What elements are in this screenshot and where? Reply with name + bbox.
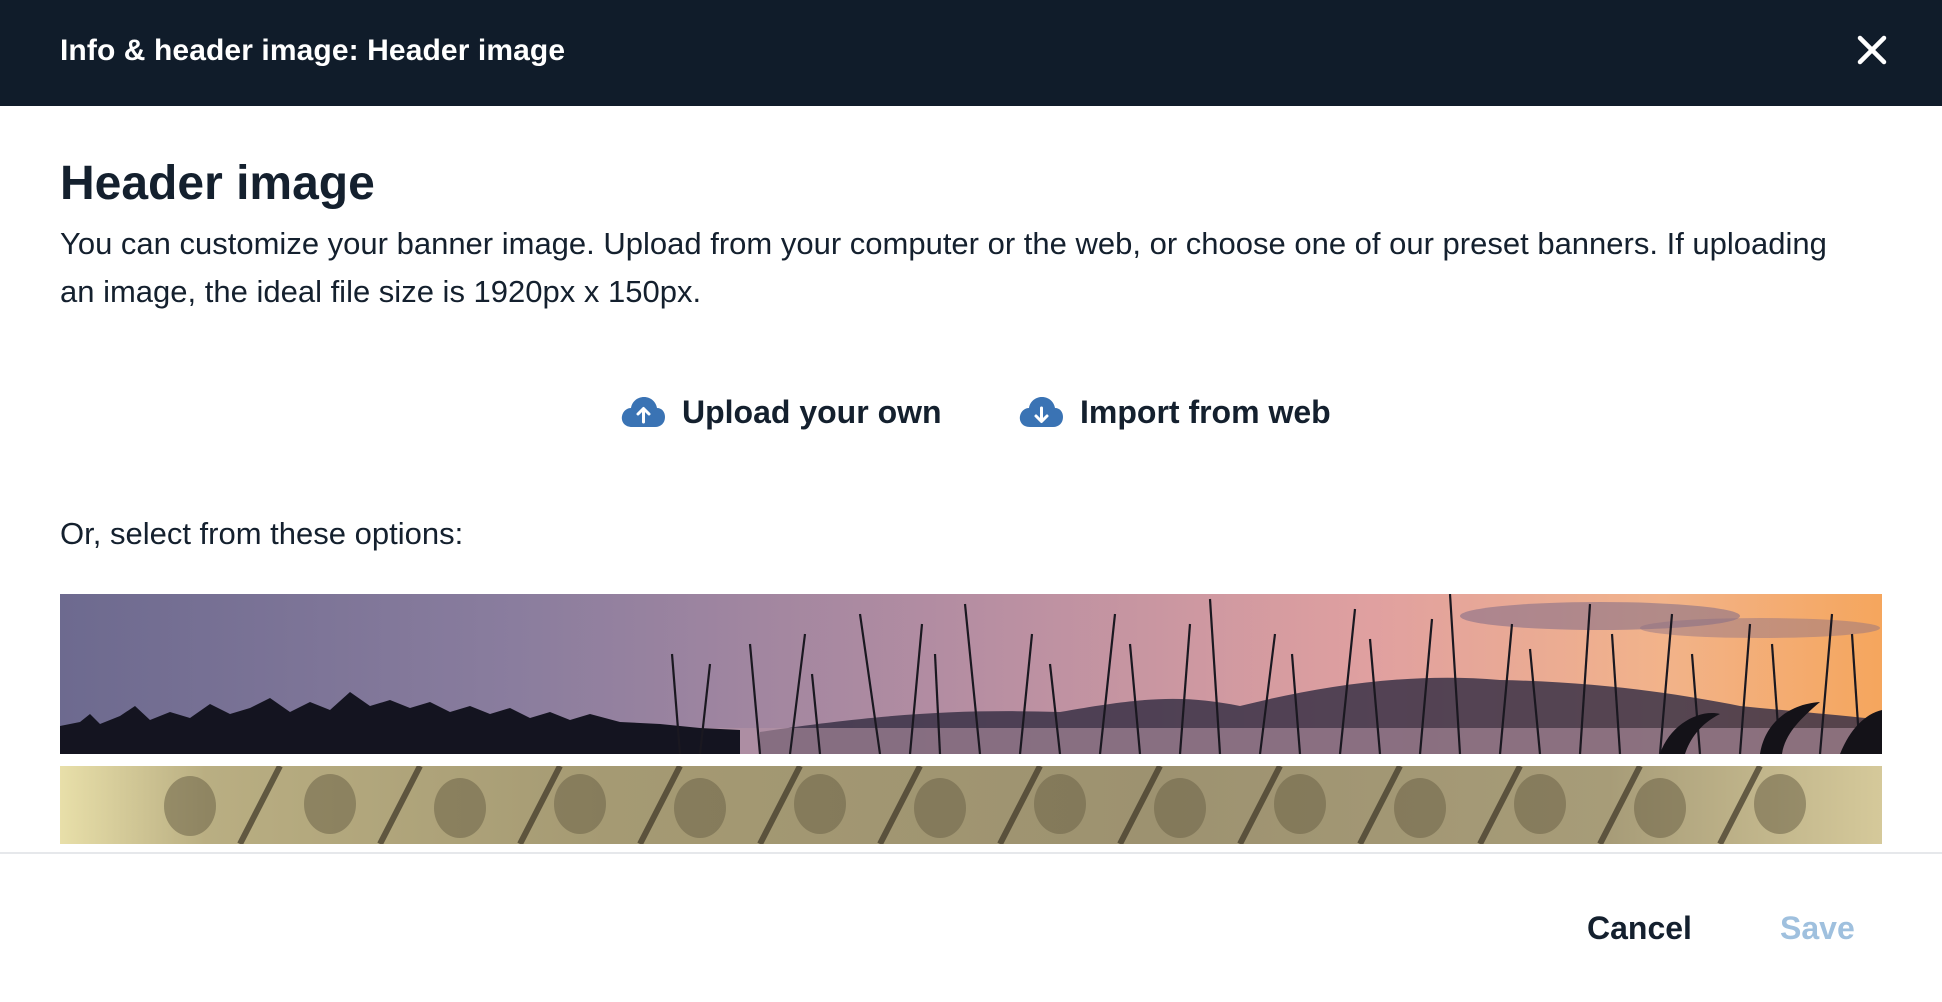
- section-heading: Header image: [60, 157, 375, 210]
- upload-your-own-button[interactable]: Upload your own: [620, 382, 942, 442]
- upload-actions: Upload your own Import from web: [60, 382, 1882, 442]
- lake-sunset-banner[interactable]: [60, 594, 1882, 754]
- section-description: You can customize your banner image. Upl…: [60, 226, 1827, 309]
- cloud-upload-icon: [620, 395, 666, 429]
- import-from-web-label: Import from web: [1080, 393, 1331, 430]
- close-icon[interactable]: [1854, 32, 1890, 68]
- banner-options: [60, 594, 1882, 850]
- cloud-download-icon: [1018, 395, 1064, 429]
- import-from-web-button[interactable]: Import from web: [1018, 382, 1331, 442]
- dialog-footer: Cancel Save: [0, 852, 1942, 1002]
- soldiers-sepia-banner[interactable]: [60, 766, 1882, 844]
- cancel-button[interactable]: Cancel: [1587, 910, 1692, 947]
- dialog-titlebar: Info & header image: Header image: [0, 0, 1942, 106]
- dialog-title: Info & header image: Header image: [60, 34, 566, 67]
- save-button[interactable]: Save: [1780, 910, 1855, 947]
- options-label: Or, select from these options:: [60, 516, 464, 551]
- header-image-dialog: Info & header image: Header image Header…: [0, 0, 1942, 1002]
- upload-your-own-label: Upload your own: [682, 393, 942, 430]
